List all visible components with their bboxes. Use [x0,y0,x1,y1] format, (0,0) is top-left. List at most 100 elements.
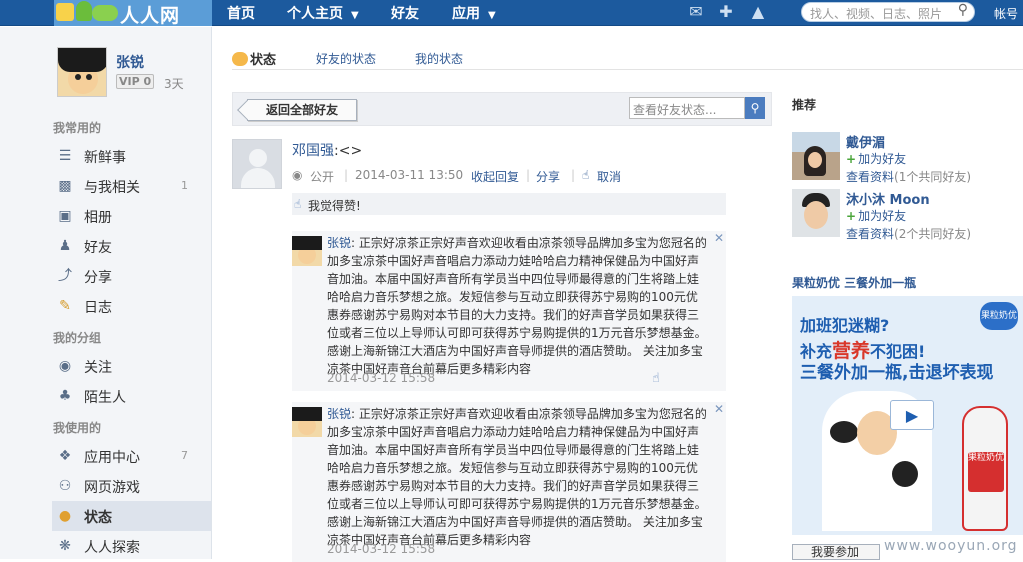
view-profile-label: 查看资料 [846,227,895,241]
sidebar-item-friends[interactable]: ♟ 好友 [52,231,211,261]
recommend-person: 戴伊湄 + 加为好友 查看资料(1个共同好友) [792,132,1023,185]
default-avatar-body [241,168,275,188]
default-avatar-head [249,149,267,167]
avatar[interactable] [57,47,107,97]
left-sidebar: 张锐 VIP 0 3天 我常用的 ☰ 新鲜事 ▩ 与我相关 1 ▣ 相册 ♟ 好友 ⤴ 分享… [0,27,212,559]
chat-icon[interactable]: ✉ [687,3,705,21]
search-icon[interactable]: ⚲ [958,2,968,18]
ad-title-link[interactable]: 果粒奶优 三餐外加一瓶 [792,274,916,291]
person-name-link[interactable]: 沐小沐 Moon [846,189,930,208]
sidebar-item-label: 相册 [84,210,112,226]
section-title-groups: 我的分组 [53,331,102,345]
share-link[interactable]: 分享 [536,168,560,185]
nav-home[interactable]: 首页 [227,3,255,23]
back-arrow-icon [237,100,257,120]
tab-my-status[interactable]: 我的状态 [415,50,463,67]
ad-line-3: 三餐外加一瓶,击退坏表现 [800,363,994,383]
status-icon: ● [58,508,72,524]
news-icon: ☰ [58,148,72,164]
like-row: ☝ 我觉得赞! [292,193,726,215]
section-title-using: 我使用的 [53,421,102,435]
post-author-link[interactable]: 邓国强 [292,143,334,159]
nav-friends[interactable]: 好友 [391,3,419,23]
sidebar-item-label: 分享 [84,270,112,286]
add-friend-link[interactable]: + 加为好友 [846,150,906,167]
gamepad-icon: ⚇ [58,478,72,494]
renren-logo[interactable]: 人人网 [54,0,212,27]
person-name-link[interactable]: 戴伊湄 [846,132,885,151]
avatar-hair [58,48,106,72]
sidebar-item-app-center[interactable]: ❖ 应用中心 7 [52,441,211,471]
sidebar-item-album[interactable]: ▣ 相册 [52,201,211,231]
sidebar-item-strangers[interactable]: ♣ 陌生人 [52,381,211,411]
view-profile-link[interactable]: 查看资料(2个共同好友) [846,225,971,242]
close-icon[interactable]: ✕ [714,402,724,416]
chevron-down-icon: ▼ [351,10,359,21]
globe-icon: ◉ [292,168,303,182]
post-time: 2014-03-11 13:50 [355,168,464,182]
comment-author-link[interactable]: 张锐 [327,236,351,250]
add-friend-icon[interactable]: ✚ [717,3,735,21]
post-visibility: 公开 [310,170,335,184]
nav-apps[interactable]: 应用 ▼ [452,3,496,23]
friend-status-search-placeholder: 查看好友状态... [633,103,717,117]
sidebar-item-news[interactable]: ☰ 新鲜事 [52,141,211,171]
close-icon[interactable]: ✕ [714,231,724,245]
plus-icon: + [846,209,857,223]
collapse-replies-link[interactable]: 收起回复 [471,168,519,185]
global-search-input[interactable]: 找人、视频、日志、照片 ⚲ [801,2,975,22]
sidebar-item-label: 应用中心 [84,450,140,466]
nav-apps-label: 应用 [452,6,480,22]
comment-avatar[interactable] [292,236,322,266]
share-icon: ⤴ [58,268,72,284]
profile-name[interactable]: 张锐 [116,52,144,72]
back-to-all-friends-button[interactable]: 返回全部好友 [237,99,357,121]
view-profile-link[interactable]: 查看资料(1个共同好友) [846,168,971,185]
nav-profile[interactable]: 个人主页 ▼ [287,3,359,23]
person-photo[interactable] [792,189,840,237]
sidebar-item-count: 1 [181,179,188,192]
sidebar-item-label: 状态 [84,510,112,526]
sidebar-item-share[interactable]: ⤴ 分享 [52,261,211,291]
logo-tree-icon [76,1,92,21]
friend-status-search-input[interactable]: 查看好友状态... [629,97,745,119]
play-icon[interactable]: ▶ [890,400,934,430]
thumbs-up-icon: ☝ [294,197,302,211]
sidebar-item-explore[interactable]: ❋ 人人探索 [52,531,211,561]
add-friend-label: 加为好友 [858,209,907,223]
sidebar-item-label: 陌生人 [84,390,126,406]
blog-icon: ✎ [59,298,71,314]
thumbs-up-icon[interactable]: ☝ [652,371,660,386]
sidebar-item-blog[interactable]: ✎ 日志 [52,291,211,321]
person-photo[interactable] [792,132,840,180]
tab-status-label: 状态 [250,53,277,68]
post-author-avatar[interactable] [232,139,282,189]
sidebar-item-status[interactable]: ● 状态 [52,501,211,531]
cow-spot [892,461,918,487]
sidebar-item-related[interactable]: ▩ 与我相关 1 [52,171,211,201]
post-title: 邓国强:<> [292,140,362,160]
sidebar-item-web-games[interactable]: ⚇ 网页游戏 [52,471,211,501]
tab-friends-status[interactable]: 好友的状态 [316,50,376,67]
album-icon: ▣ [58,208,72,224]
sidebar-item-label: 日志 [84,300,112,316]
cancel-like-link[interactable]: 取消 [597,168,621,185]
sidebar-item-follow[interactable]: ◉ 关注 [52,351,211,381]
comment-item: 张锐: 正宗好凉茶正宗好声音欢迎收看由凉茶领导品牌加多宝为您冠名的加多宝凉茶中国… [292,402,726,562]
vip-badge[interactable]: VIP 0 [116,74,155,89]
join-button[interactable]: 我要参加 [792,544,880,560]
search-icon[interactable]: ⚲ [745,97,765,119]
mutual-friends: (2个共同好友) [894,227,972,241]
separator: | [571,168,576,182]
account-menu[interactable]: 帐号 [994,5,1018,22]
back-button-label: 返回全部好友 [265,103,338,117]
bell-icon[interactable]: ▲ [749,3,767,21]
add-friend-link[interactable]: + 加为好友 [846,207,906,224]
comment-avatar[interactable] [292,407,322,437]
logo-text: 人人网 [120,5,181,27]
tab-status[interactable]: 状态 [232,49,276,68]
advertisement-banner[interactable]: 果粒奶优 加班犯迷糊? 补充营养不犯困! 三餐外加一瓶,击退坏表现 果粒奶优 ▶ [792,296,1023,535]
comment-author-link[interactable]: 张锐 [327,407,351,421]
like-text: 我觉得赞! [308,199,361,213]
sidebar-item-label: 网页游戏 [84,480,140,496]
